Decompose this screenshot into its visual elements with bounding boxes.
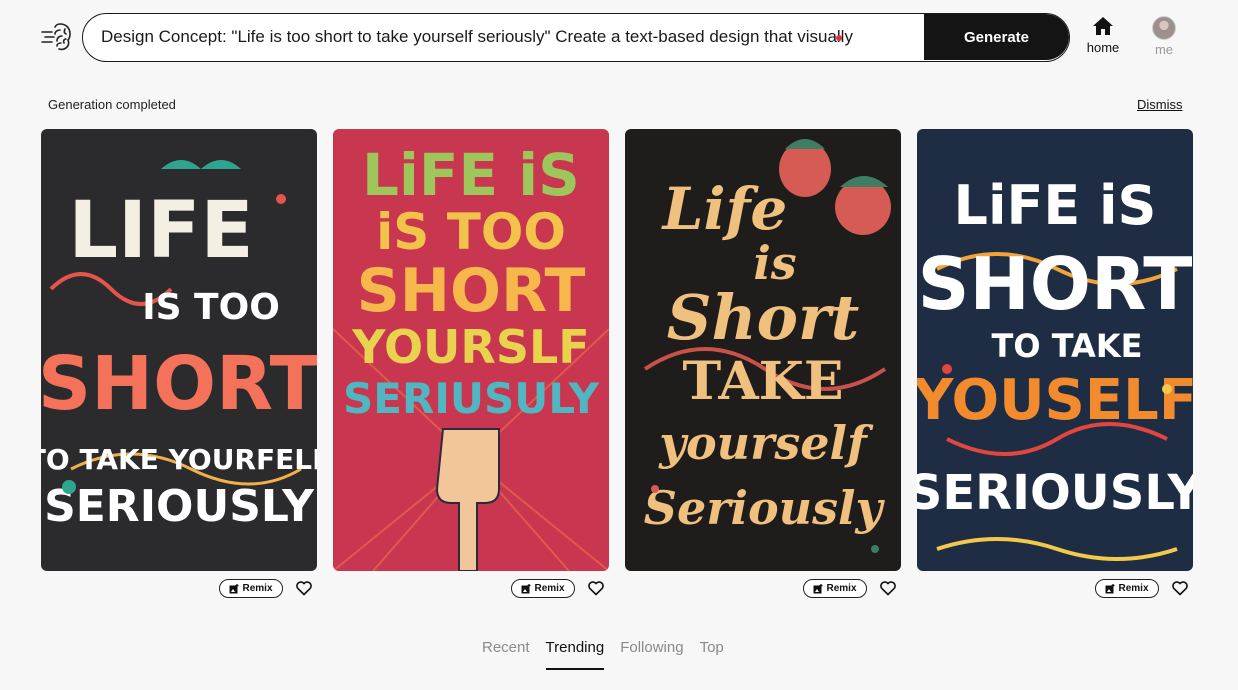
heart-outline-icon[interactable]	[1171, 579, 1189, 597]
card-line: TAKE	[682, 351, 843, 412]
card-line: LiFE iS	[362, 141, 580, 209]
image-plus-icon	[1105, 583, 1115, 593]
card-line: yourself	[658, 416, 874, 470]
remix-label: Remix	[534, 583, 565, 594]
generated-image-2[interactable]: LiFE iS iS TOO SHORT YOURSLF SERIUSULY	[333, 129, 609, 571]
nav-home-label: home	[1086, 40, 1120, 55]
image-plus-icon	[521, 583, 531, 593]
card-line: Seriously	[644, 481, 886, 535]
remix-label: Remix	[826, 583, 857, 594]
remix-label: Remix	[1118, 583, 1149, 594]
nav-me[interactable]: me	[1146, 16, 1182, 57]
prompt-input[interactable]: Design Concept: "Life is too short to ta…	[101, 14, 919, 60]
heart-outline-icon[interactable]	[295, 579, 313, 597]
brain-logo-icon[interactable]	[40, 20, 74, 54]
card-line: IS TOO	[142, 287, 280, 328]
image-plus-icon	[813, 583, 823, 593]
nav-me-label: me	[1154, 42, 1174, 57]
remix-button[interactable]: Remix	[803, 579, 867, 598]
card-line: Life	[661, 175, 788, 243]
nav-home[interactable]: home	[1083, 16, 1123, 55]
recording-dot	[836, 35, 842, 41]
card-line: TO TAKE	[992, 327, 1143, 365]
heart-outline-icon[interactable]	[879, 579, 897, 597]
card-line: LiFE iS	[954, 174, 1157, 237]
home-icon	[1093, 17, 1113, 35]
feed-tabs: Recent Trending Following Top	[482, 639, 724, 670]
card-line: SHORT	[357, 256, 586, 326]
generate-button[interactable]: Generate	[924, 14, 1069, 60]
avatar	[1152, 16, 1176, 40]
tab-trending[interactable]: Trending	[545, 639, 605, 670]
tab-top[interactable]: Top	[700, 639, 724, 670]
card-line: SHORT	[41, 341, 317, 427]
tab-following[interactable]: Following	[620, 639, 683, 670]
generated-image-1[interactable]: LIFE IS TOO SHORT TO TAKE YOURFELF SERIO…	[41, 129, 317, 571]
card-line: TO TAKE YOURFELF	[41, 443, 317, 476]
card-line: LIFE	[68, 186, 253, 276]
image-plus-icon	[229, 583, 239, 593]
card-line: SERIOUSLY	[44, 481, 315, 532]
remix-button[interactable]: Remix	[511, 579, 575, 598]
card-line: SHORT	[918, 242, 1193, 326]
heart-outline-icon[interactable]	[587, 579, 605, 597]
prompt-input-container: Design Concept: "Life is too short to ta…	[82, 13, 1070, 62]
card-line: YOURSLF	[351, 320, 589, 374]
tab-recent[interactable]: Recent	[482, 639, 530, 670]
generated-image-4[interactable]: LiFE iS SHORT TO TAKE YOUSELF SERIOUSLY	[917, 129, 1193, 571]
card-line: Short	[667, 281, 860, 354]
card-line: SERIUSULY	[343, 374, 600, 423]
remix-label: Remix	[242, 583, 273, 594]
card-line: iS TOO	[376, 203, 566, 261]
remix-button[interactable]: Remix	[1095, 579, 1159, 598]
generated-image-3[interactable]: Life is Short TAKE yourself Seriously	[625, 129, 901, 571]
card-line: SERIOUSLY	[917, 465, 1193, 521]
card-line: YOUSELF	[917, 368, 1193, 433]
status-message: Generation completed	[48, 97, 176, 112]
remix-button[interactable]: Remix	[219, 579, 283, 598]
dismiss-link[interactable]: Dismiss	[1137, 97, 1183, 112]
